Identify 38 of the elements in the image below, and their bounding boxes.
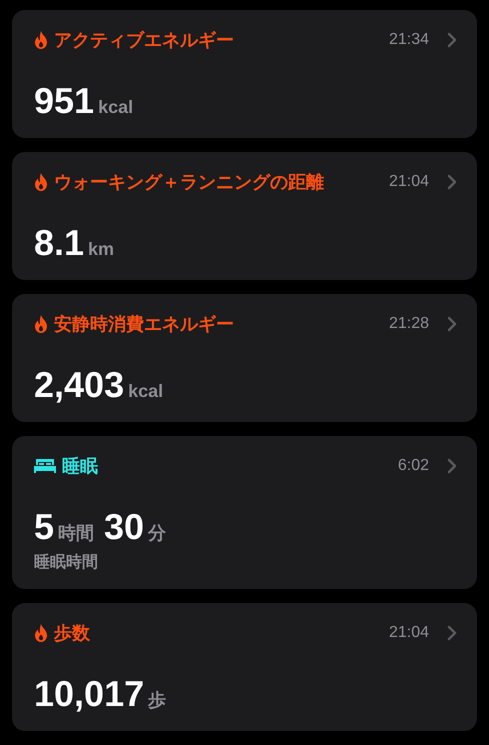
unit-label: kcal bbox=[128, 381, 164, 402]
metric-value: 30 bbox=[104, 506, 144, 548]
unit-label: kcal bbox=[98, 97, 134, 118]
summary-card[interactable]: 歩数 21:04 10,017 歩 bbox=[12, 603, 477, 731]
metric-value: 10,017 bbox=[34, 673, 144, 715]
flame-icon bbox=[34, 173, 48, 191]
chevron-icon bbox=[447, 625, 457, 641]
card-title: アクティブエネルギー bbox=[54, 29, 235, 52]
chevron-icon bbox=[447, 458, 457, 474]
timestamp: 6:02 bbox=[398, 457, 429, 475]
card-title: 歩数 bbox=[54, 622, 91, 645]
unit-label: 歩 bbox=[148, 689, 166, 712]
chevron-icon bbox=[447, 316, 457, 332]
metric-value: 8.1 bbox=[34, 222, 84, 264]
flame-icon bbox=[34, 315, 48, 333]
card-title: 安静時消費エネルギー bbox=[54, 313, 235, 336]
metric-value: 2,403 bbox=[34, 364, 124, 406]
card-title: ウォーキング＋ランニングの距離 bbox=[54, 171, 325, 194]
metric-value: 951 bbox=[34, 80, 94, 122]
bed-icon bbox=[34, 459, 56, 473]
chevron-icon bbox=[447, 174, 457, 190]
chevron-icon bbox=[447, 32, 457, 48]
unit-label: km bbox=[88, 239, 114, 260]
flame-icon bbox=[34, 31, 48, 49]
unit-label: 分 bbox=[148, 522, 166, 545]
summary-card[interactable]: アクティブエネルギー 21:34 951 kcal bbox=[12, 10, 477, 138]
summary-card[interactable]: 睡眠 6:02 5 時間 30 分 睡眠時間 bbox=[12, 436, 477, 589]
metric-caption: 睡眠時間 bbox=[34, 552, 99, 573]
timestamp: 21:04 bbox=[388, 173, 429, 191]
flame-icon bbox=[34, 624, 48, 642]
card-title: 睡眠 bbox=[62, 455, 99, 478]
unit-label: 時間 bbox=[58, 522, 94, 545]
timestamp: 21:28 bbox=[388, 315, 429, 333]
timestamp: 21:34 bbox=[388, 31, 429, 49]
timestamp: 21:04 bbox=[388, 624, 429, 642]
metric-value: 5 bbox=[34, 506, 54, 548]
summary-card[interactable]: ウォーキング＋ランニングの距離 21:04 8.1 km bbox=[12, 152, 477, 280]
summary-card[interactable]: 安静時消費エネルギー 21:28 2,403 kcal bbox=[12, 294, 477, 422]
